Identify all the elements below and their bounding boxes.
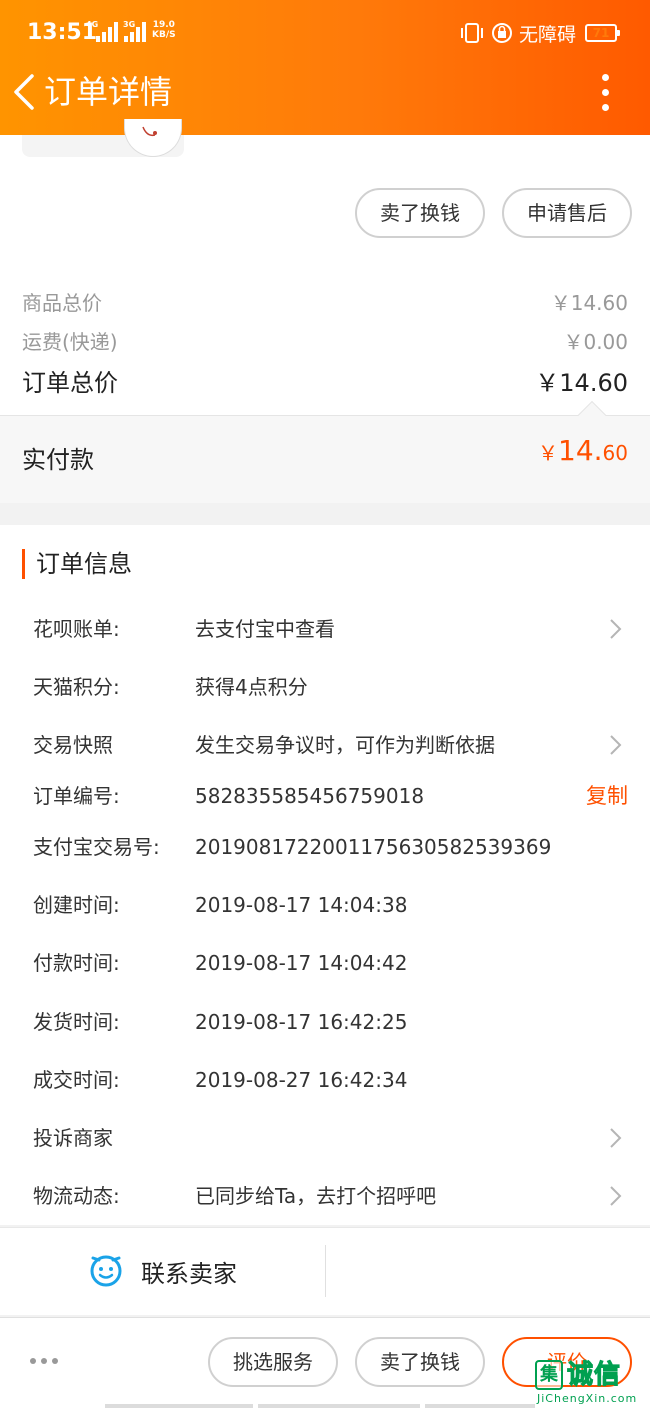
signal-icon-2 bbox=[124, 22, 146, 42]
chevron-right-icon bbox=[610, 1128, 622, 1148]
battery-icon: 71 bbox=[585, 24, 620, 42]
info-key: 成交时间: bbox=[33, 1068, 120, 1092]
order-info-title: 订单信息 bbox=[22, 549, 132, 579]
info-key: 付款时间: bbox=[33, 951, 120, 975]
chevron-left-icon bbox=[14, 74, 34, 110]
contact-seller-bar: 联系卖家 bbox=[0, 1227, 650, 1315]
watermark-logo: 集 诚信 JiChengXin.com bbox=[535, 1360, 650, 1408]
paid-amount: ￥14.60 bbox=[538, 434, 628, 467]
info-row-complaint[interactable]: 投诉商家 bbox=[0, 1118, 650, 1158]
info-row-order-number: 订单编号: 582835585456759018 复制 bbox=[0, 776, 650, 816]
accessibility-label: 无障碍 bbox=[519, 24, 577, 46]
info-value: 582835585456759018 bbox=[195, 784, 425, 808]
info-key: 创建时间: bbox=[33, 893, 120, 917]
battery-level: 71 bbox=[592, 26, 610, 40]
info-key: 花呗账单: bbox=[33, 617, 120, 641]
chevron-right-icon bbox=[610, 1186, 622, 1206]
info-key: 支付宝交易号: bbox=[33, 835, 160, 859]
more-vertical-icon bbox=[602, 74, 609, 81]
info-value: 2019-08-27 16:42:34 bbox=[195, 1068, 408, 1092]
page-title: 订单详情 bbox=[44, 73, 173, 111]
paid-decimal: 60 bbox=[602, 441, 628, 465]
info-row-snapshot[interactable]: 交易快照 发生交易争议时，可作为判断依据 bbox=[0, 725, 650, 765]
info-key: 交易快照 bbox=[33, 733, 113, 757]
header: 13:51 4G 3G 19.0 KB/S 无障碍 71 订单详情 bbox=[0, 0, 650, 135]
more-actions-button[interactable] bbox=[30, 1358, 62, 1366]
vibrate-icon bbox=[461, 23, 512, 43]
order-info-section: 订单信息 花呗账单: 去支付宝中查看 天猫积分: 获得4点积分 交易快照 发生交… bbox=[0, 525, 650, 1225]
shipping-row: 运费(快递) ￥0.00 bbox=[22, 326, 628, 355]
goods-total-value: ￥14.60 bbox=[550, 291, 628, 315]
order-detail-page: 13:51 4G 3G 19.0 KB/S 无障碍 71 订单详情 卖了换钱 申… bbox=[0, 0, 650, 1408]
paid-amount-box: 实付款 ￥14.60 bbox=[0, 400, 650, 503]
info-key: 天猫积分: bbox=[33, 675, 120, 699]
apply-after-sale-button[interactable]: 申请售后 bbox=[502, 188, 632, 238]
flower-icon bbox=[142, 126, 157, 137]
info-value: 已同步给Ta，去打个招呼吧 bbox=[195, 1184, 437, 1208]
info-row-created: 创建时间: 2019-08-17 14:04:38 bbox=[0, 885, 650, 925]
shipping-label: 运费(快递) bbox=[22, 330, 118, 354]
chevron-right-icon bbox=[610, 735, 622, 755]
info-value: 获得4点积分 bbox=[195, 675, 308, 699]
watermark-url: JiChengXin.com bbox=[537, 1392, 638, 1405]
info-value: 2019-08-17 14:04:42 bbox=[195, 951, 408, 975]
order-total-value: ￥14.60 bbox=[535, 369, 628, 397]
copy-button[interactable]: 复制 bbox=[586, 776, 628, 816]
info-key: 订单编号: bbox=[33, 784, 120, 808]
info-key: 物流动态: bbox=[33, 1184, 120, 1208]
paid-label: 实付款 bbox=[22, 446, 94, 474]
order-summary-card: 卖了换钱 申请售后 商品总价 ￥14.60 运费(快递) ￥0.00 订单总价 … bbox=[0, 119, 650, 503]
speed-value: 19.0 bbox=[152, 20, 175, 30]
info-row-logistics[interactable]: 物流动态: 已同步给Ta，去打个招呼吧 bbox=[0, 1176, 650, 1216]
info-row-paid: 付款时间: 2019-08-17 14:04:42 bbox=[0, 943, 650, 983]
paid-currency: ￥ bbox=[538, 441, 559, 465]
signal-icon bbox=[96, 22, 118, 42]
contact-seller-button[interactable]: 联系卖家 bbox=[141, 1254, 237, 1289]
sell-for-cash-button-bottom[interactable]: 卖了换钱 bbox=[355, 1337, 485, 1387]
chevron-right-icon bbox=[610, 619, 622, 639]
goods-total-row: 商品总价 ￥14.60 bbox=[22, 287, 628, 316]
order-total-label: 订单总价 bbox=[22, 369, 118, 397]
order-total-row: 订单总价 ￥14.60 bbox=[22, 363, 628, 398]
watermark-mark: 集 bbox=[535, 1360, 563, 1390]
paid-integer: 14. bbox=[558, 434, 603, 467]
speed-unit: KB/S bbox=[152, 30, 176, 40]
more-button[interactable] bbox=[592, 72, 620, 112]
info-row-completed: 成交时间: 2019-08-27 16:42:34 bbox=[0, 1060, 650, 1100]
status-bar: 13:51 4G 3G 19.0 KB/S 无障碍 71 bbox=[0, 0, 650, 66]
info-row-shipped: 发货时间: 2019-08-17 16:42:25 bbox=[0, 1002, 650, 1042]
info-value: 2019-08-17 16:42:25 bbox=[195, 1010, 408, 1034]
info-key: 投诉商家 bbox=[33, 1126, 113, 1150]
watermark-text: 诚信 bbox=[566, 1360, 622, 1391]
info-key: 发货时间: bbox=[33, 1010, 120, 1034]
info-value: 2019-08-17 14:04:38 bbox=[195, 893, 408, 917]
shipping-value: ￥0.00 bbox=[563, 330, 628, 354]
info-row-points: 天猫积分: 获得4点积分 bbox=[0, 667, 650, 707]
info-value: 2019081722001175630582539369 bbox=[195, 835, 552, 859]
more-horizontal-icon bbox=[30, 1358, 36, 1364]
status-icons bbox=[460, 20, 520, 46]
goods-total-label: 商品总价 bbox=[22, 291, 102, 315]
smiley-chat-icon bbox=[90, 1255, 122, 1287]
back-button[interactable] bbox=[8, 70, 44, 114]
sell-for-cash-button[interactable]: 卖了换钱 bbox=[355, 188, 485, 238]
info-value: 发生交易争议时，可作为判断依据 bbox=[195, 733, 495, 757]
info-row-alipay-number: 支付宝交易号: 2019081722001175630582539369 bbox=[0, 827, 650, 867]
info-value: 去支付宝中查看 bbox=[195, 617, 335, 641]
info-row-huabei[interactable]: 花呗账单: 去支付宝中查看 bbox=[0, 609, 650, 649]
divider bbox=[325, 1245, 326, 1297]
network-speed: 19.0 KB/S bbox=[152, 20, 176, 40]
choose-service-button[interactable]: 挑选服务 bbox=[208, 1337, 338, 1387]
